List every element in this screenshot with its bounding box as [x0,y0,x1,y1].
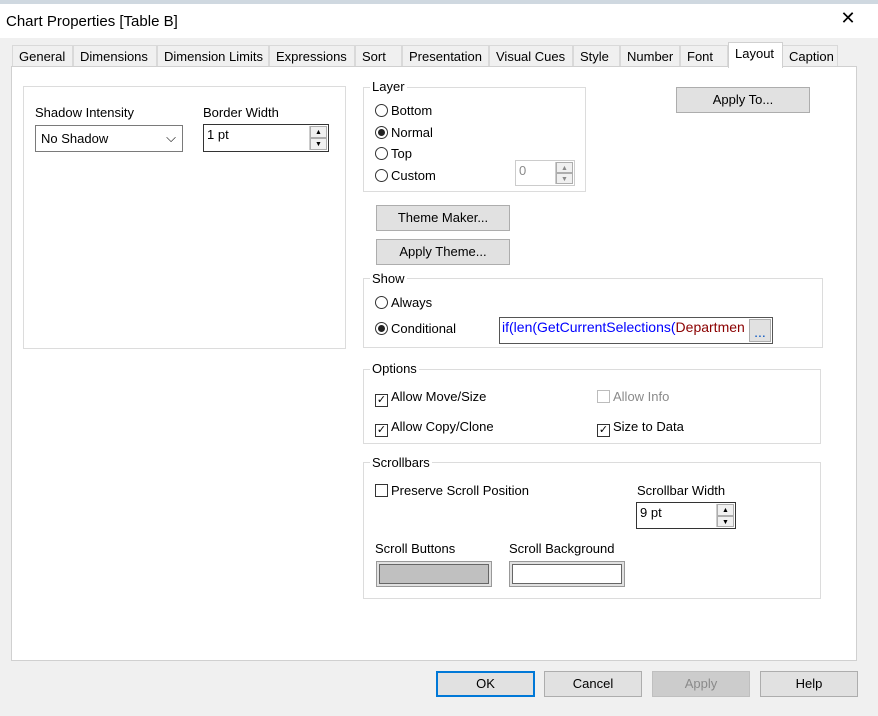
tab-caption[interactable]: Caption [782,45,838,67]
scroll-buttons-color-button[interactable] [376,561,492,587]
shadow-value: No Shadow [41,131,109,146]
apply-button[interactable]: Apply [652,671,750,697]
show-label: Show [370,271,407,286]
tab-dimensions[interactable]: Dimensions [73,45,157,67]
spin-down-icon[interactable]: ▼ [556,173,573,184]
spin-down-icon[interactable]: ▼ [717,515,734,527]
tab-sort[interactable]: Sort [355,45,402,67]
tab-visual-cues[interactable]: Visual Cues [489,45,573,67]
spin-buttons[interactable]: ▲ ▼ [309,126,327,150]
layer-option-label: Normal [391,124,433,140]
layer-top-radio[interactable]: Top [375,146,412,161]
size-to-data-checkbox[interactable]: ✓ Size to Data [597,419,684,437]
allow-copy-label: Allow Copy/Clone [391,419,494,434]
theme-maker-button[interactable]: Theme Maker... [376,205,510,231]
expr-part: if( [502,319,514,335]
layer-custom-radio[interactable]: Custom [375,168,436,183]
checkbox-icon [597,390,610,403]
always-label: Always [391,295,433,310]
tab-dimension-limits[interactable]: Dimension Limits [157,45,269,67]
scrollbar-width-label: Scrollbar Width [637,483,726,498]
preserve-scroll-label: Preserve Scroll Position [391,483,529,498]
allow-move-size-checkbox[interactable]: ✓ Allow Move/Size [375,389,486,407]
border-width-value: 1 pt [207,127,229,142]
spin-up-icon[interactable]: ▲ [556,162,573,173]
show-conditional-radio[interactable]: Conditional [375,321,456,336]
spin-up-icon[interactable]: ▲ [717,504,734,516]
spin-buttons[interactable]: ▲ ▼ [716,504,734,527]
scrollbar-width-value: 9 pt [640,505,662,520]
layer-option-label: Custom [391,167,436,183]
allow-info-label: Allow Info [613,389,670,404]
expr-part: Departmen [675,319,745,335]
layer-bottom-radio[interactable]: Bottom [375,103,432,118]
scroll-buttons-label: Scroll Buttons [375,541,456,556]
border-width-label: Border Width [203,105,279,120]
spin-down-icon[interactable]: ▼ [310,138,327,150]
tab-layout[interactable]: Layout [728,42,783,68]
expr-part: GetCurrentSelections [537,319,671,335]
border-width-stepper[interactable]: 1 pt ▲ ▼ [203,124,329,152]
radio-icon [375,125,388,139]
apply-to-button[interactable]: Apply To... [676,87,810,113]
tab-presentation[interactable]: Presentation [402,45,489,67]
color-swatch [512,564,622,584]
apply-theme-button[interactable]: Apply Theme... [376,239,510,265]
shadow-intensity-select[interactable]: No Shadow ⌵ [35,125,183,152]
scroll-background-color-button[interactable] [509,561,625,587]
tab-font[interactable]: Font [680,45,728,67]
help-button[interactable]: Help [760,671,858,697]
scroll-background-label: Scroll Background [509,541,615,556]
tab-style[interactable]: Style [573,45,620,67]
window-title: Chart Properties [Table B] [6,13,178,30]
ok-button[interactable]: OK [436,671,535,697]
shadow-label: Shadow Intensity [35,105,135,120]
allow-copy-clone-checkbox[interactable]: ✓ Allow Copy/Clone [375,419,494,437]
title-bar: Chart Properties [Table B] ✕ [0,0,878,38]
close-icon[interactable]: ✕ [836,8,860,29]
conditional-label: Conditional [391,321,457,336]
radio-icon [375,147,388,160]
radio-selected-icon [375,322,388,335]
layer-normal-radio[interactable]: Normal [375,125,433,140]
radio-icon [375,168,388,182]
checkmark-icon: ✓ [375,394,388,407]
layer-label: Layer [370,79,407,94]
chevron-down-icon: ⌵ [166,130,176,145]
tab-expressions[interactable]: Expressions [269,45,355,67]
allow-move-label: Allow Move/Size [391,389,487,404]
checkbox-icon [375,484,388,497]
spin-buttons[interactable]: ▲ ▼ [555,162,573,184]
custom-layer-stepper[interactable]: 0 ▲ ▼ [515,160,575,186]
allow-info-checkbox[interactable]: Allow Info [597,389,669,404]
condition-expression-input[interactable]: if(len(GetCurrentSelections(Departmen ..… [499,317,773,344]
size-to-data-label: Size to Data [613,419,684,434]
layer-option-label: Top [391,146,412,161]
show-always-radio[interactable]: Always [375,295,432,310]
checkmark-icon: ✓ [375,424,388,437]
expr-part: len [513,319,533,335]
checkmark-icon: ✓ [597,424,610,437]
radio-icon [375,296,388,309]
custom-layer-value: 0 [519,163,527,178]
options-label: Options [370,361,419,376]
layer-option-label: Bottom [391,103,433,118]
color-swatch [379,564,489,584]
cancel-button[interactable]: Cancel [544,671,642,697]
expression-editor-button[interactable]: ... [749,319,771,342]
radio-icon [375,104,388,117]
spin-up-icon[interactable]: ▲ [310,126,327,138]
tab-general[interactable]: General [12,45,73,67]
scrollbar-width-stepper[interactable]: 9 pt ▲ ▼ [636,502,736,529]
scrollbars-label: Scrollbars [370,455,432,470]
preserve-scroll-checkbox[interactable]: Preserve Scroll Position [375,483,529,498]
tab-number[interactable]: Number [620,45,680,67]
